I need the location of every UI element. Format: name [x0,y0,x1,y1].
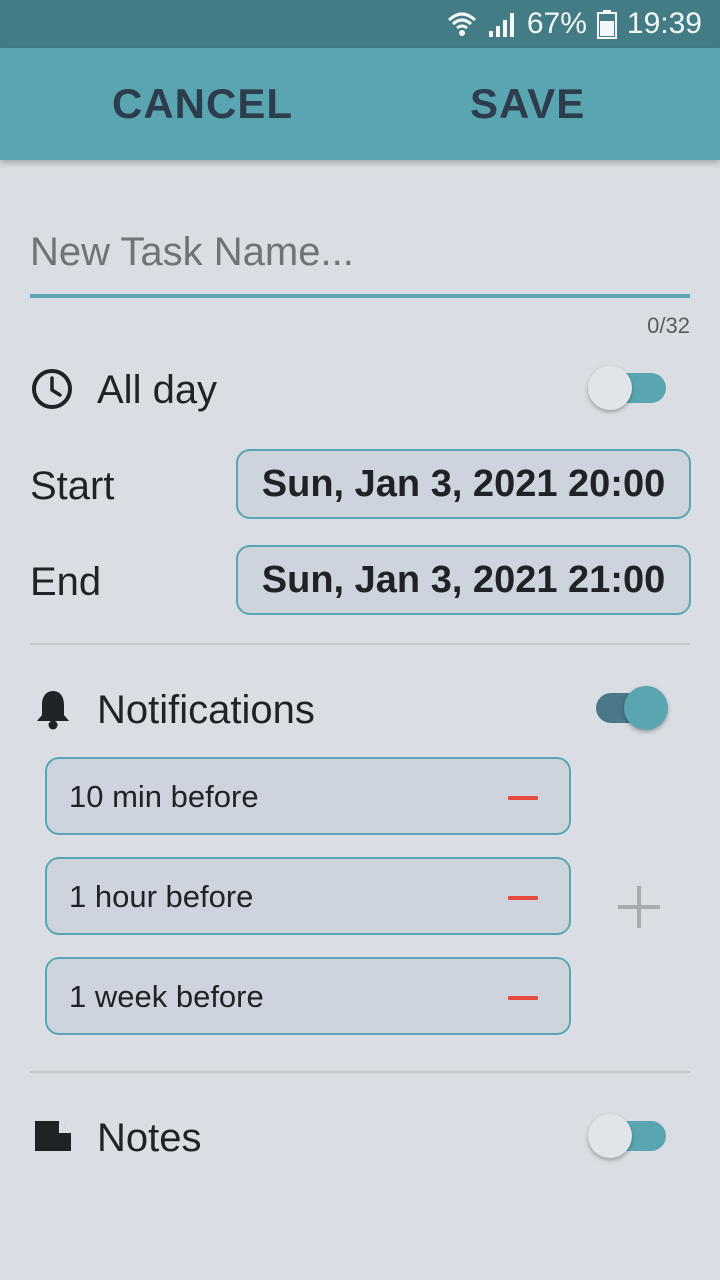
notification-item[interactable]: 1 week before [45,957,571,1035]
signal-icon [488,13,514,37]
notification-label: 1 hour before [69,879,254,914]
start-datetime-field[interactable]: Sun, Jan 3, 2021 20:00 [236,449,691,519]
remove-notification-icon[interactable] [508,896,538,900]
divider [30,643,690,645]
start-label: Start [30,464,115,508]
clock-time: 19:39 [626,7,702,40]
status-bar: 67% 19:39 [0,0,720,48]
all-day-label: All day [97,368,218,412]
app-bar: CANCEL SAVE [0,48,720,160]
battery-icon [596,10,617,39]
remove-notification-icon[interactable] [508,996,538,1000]
end-label: End [30,560,102,604]
notification-label: 1 week before [69,979,264,1014]
notification-label: 10 min before [69,779,259,814]
divider [30,1071,690,1073]
notification-item[interactable]: 1 hour before [45,857,571,935]
notifications-label: Notifications [97,688,315,732]
wifi-icon [447,12,476,36]
char-counter: 0/32 [647,313,690,338]
save-button[interactable]: SAVE [470,48,585,160]
clock-icon [32,369,72,409]
cancel-button[interactable]: CANCEL [112,48,293,160]
notifications-toggle[interactable] [586,684,670,732]
notes-toggle[interactable] [588,1112,672,1160]
task-name-input[interactable] [30,210,690,298]
notes-label: Notes [97,1116,202,1160]
battery-percent: 67% [526,7,587,40]
bell-icon [37,691,69,730]
all-day-toggle[interactable] [588,364,672,412]
remove-notification-icon[interactable] [508,796,538,800]
add-notification-icon[interactable] [618,886,660,928]
end-datetime-field[interactable]: Sun, Jan 3, 2021 21:00 [236,545,691,615]
note-icon [35,1121,71,1151]
notification-item[interactable]: 10 min before [45,757,571,835]
